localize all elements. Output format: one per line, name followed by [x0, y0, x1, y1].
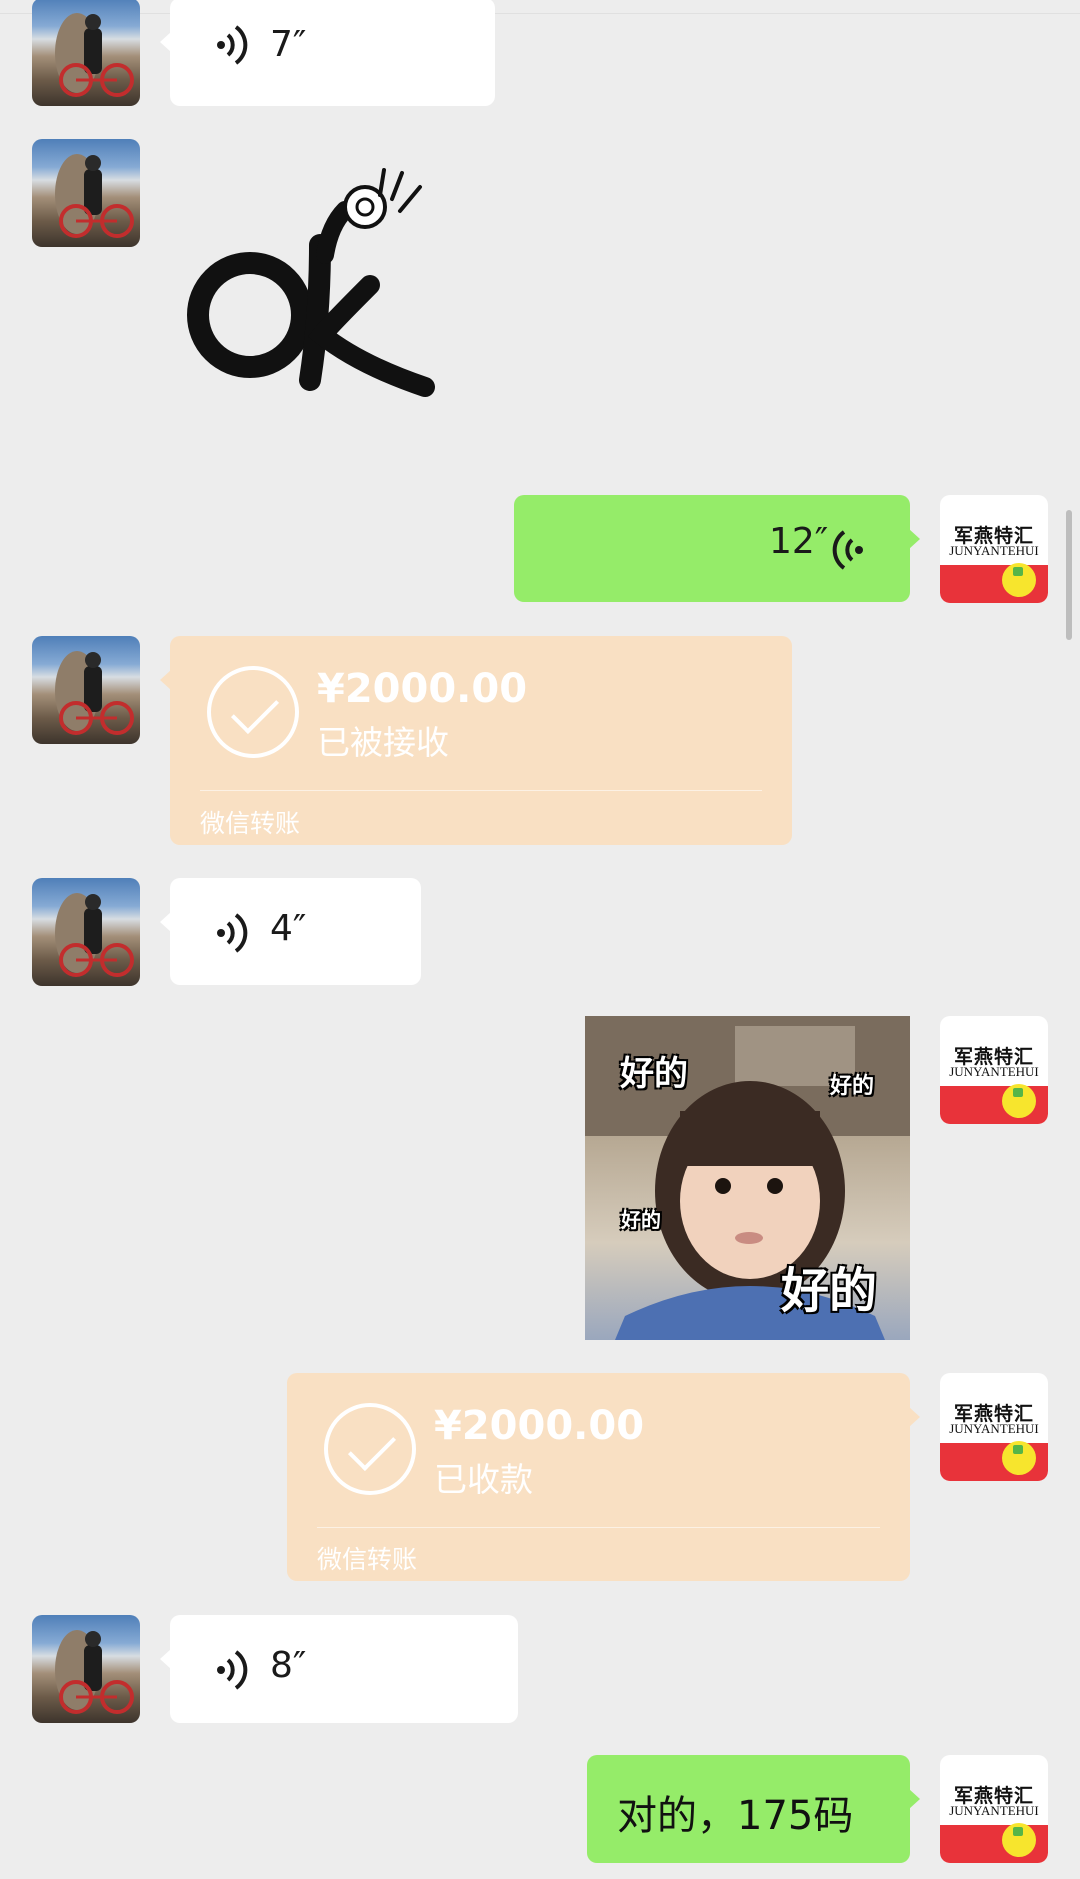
- voice-message-sent[interactable]: 12″: [514, 495, 920, 602]
- transfer-amount: ¥2000.00: [317, 666, 528, 712]
- divider: [317, 1527, 880, 1528]
- message-text: 对的，175码: [617, 1793, 854, 1839]
- voice-message[interactable]: 8″: [160, 1615, 518, 1723]
- transfer-status: 已被接收: [317, 723, 449, 762]
- avatar-brand-en: JUNYANTEHUI: [949, 1803, 1039, 1818]
- contact-avatar[interactable]: [32, 0, 140, 106]
- voice-duration: 4″: [270, 908, 307, 949]
- contact-avatar[interactable]: [32, 636, 140, 744]
- my-avatar[interactable]: 军燕特汇 JUNYANTEHUI: [940, 1755, 1048, 1863]
- my-avatar[interactable]: 军燕特汇 JUNYANTEHUI: [940, 495, 1048, 603]
- my-avatar[interactable]: 军燕特汇 JUNYANTEHUI: [940, 1373, 1048, 1481]
- meme-caption: 好的: [830, 1074, 875, 1099]
- contact-avatar[interactable]: [32, 139, 140, 247]
- check-circle-icon: [207, 666, 299, 758]
- meme-caption: 好的: [620, 1054, 688, 1094]
- avatar-brand-en: JUNYANTEHUI: [949, 1064, 1039, 1079]
- voice-icon: [217, 913, 248, 953]
- transfer-label: 微信转账: [317, 1545, 418, 1574]
- my-avatar[interactable]: 军燕特汇 JUNYANTEHUI: [940, 1016, 1048, 1124]
- ok-hand-sticker[interactable]: [170, 165, 450, 410]
- voice-message[interactable]: 7″: [160, 0, 495, 106]
- transfer-card[interactable]: ¥2000.00 已被接收 微信转账: [160, 636, 792, 845]
- avatar-brand-en: JUNYANTEHUI: [949, 543, 1039, 558]
- divider: [0, 13, 1080, 14]
- meme-caption: 好的: [781, 1263, 878, 1319]
- transfer-label: 微信转账: [200, 809, 301, 838]
- divider: [200, 790, 762, 791]
- chat-screen: 7″ 12″ 军燕特汇 JUNYANTEHUI ¥2000.00 已被接收 微信…: [0, 0, 1080, 1879]
- voice-duration: 8″: [270, 1645, 307, 1686]
- scrollbar[interactable]: [1066, 510, 1072, 640]
- meme-image[interactable]: 好的 好的 好的 好的: [585, 1016, 910, 1340]
- voice-icon: [217, 25, 248, 65]
- voice-duration: 12″: [769, 521, 829, 562]
- contact-avatar[interactable]: [32, 878, 140, 986]
- check-circle-icon: [324, 1403, 416, 1495]
- transfer-amount: ¥2000.00: [434, 1403, 645, 1449]
- transfer-status: 已收款: [434, 1460, 533, 1499]
- voice-icon: [217, 1650, 248, 1690]
- voice-message[interactable]: 4″: [160, 878, 421, 985]
- contact-avatar[interactable]: [32, 1615, 140, 1723]
- voice-icon: [832, 530, 863, 570]
- meme-caption: 好的: [621, 1208, 661, 1232]
- voice-duration: 7″: [270, 24, 307, 65]
- avatar-brand-en: JUNYANTEHUI: [949, 1421, 1039, 1436]
- transfer-card[interactable]: ¥2000.00 已收款 微信转账: [287, 1373, 920, 1581]
- text-message-sent[interactable]: 对的，175码: [587, 1755, 920, 1863]
